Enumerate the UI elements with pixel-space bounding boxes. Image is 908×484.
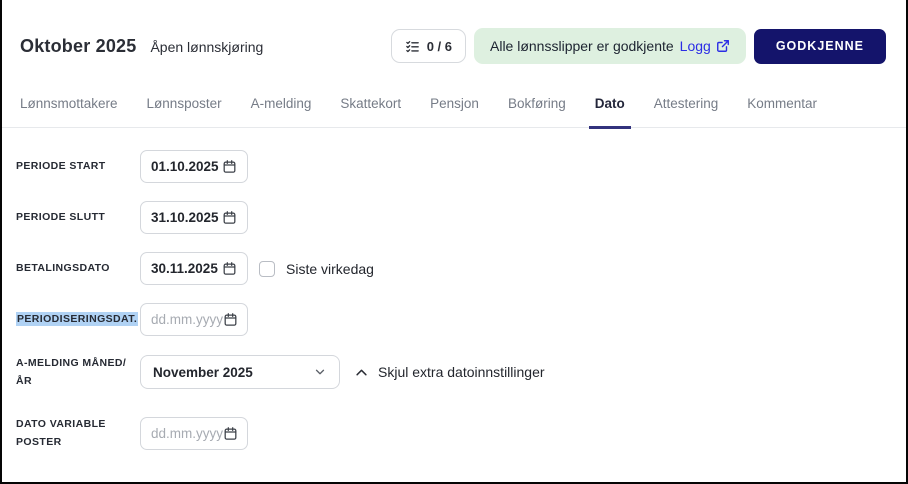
betalingsdato-label: BETALINGSDATO [16,259,140,277]
tab-skattekort[interactable]: Skattekort [334,96,407,129]
periode-slutt-input[interactable]: 31.10.2025 [140,201,248,234]
payroll-run-page: Oktober 2025 Åpen lønnskjøring 0 / 6 All… [0,0,908,484]
calendar-icon[interactable] [222,261,237,276]
dato-variable-poster-label: DATO VARIABLE POSTER [16,415,140,452]
amelding-maaned-value: November 2025 [153,365,253,380]
amelding-maaned-label: A-MELDING MÅNED/ÅR [16,354,140,391]
periodiseringsdato-row: PERIODISERINGSDAT. dd.mm.yyyy [16,303,906,336]
periodiseringsdato-input[interactable]: dd.mm.yyyy [140,303,248,336]
betalingsdato-value: 30.11.2025 [151,261,218,276]
header-actions: 0 / 6 Alle lønnsslipper er godkjente Log… [391,28,886,64]
dato-variable-poster-input[interactable]: dd.mm.yyyy [140,417,248,450]
calendar-icon[interactable] [223,426,238,441]
approval-status-banner: Alle lønnsslipper er godkjente Logg [474,28,746,64]
siste-virkedag-label: Siste virkedag [286,261,374,277]
periode-slutt-label: PERIODE SLUTT [16,208,140,226]
payroll-status-subtitle: Åpen lønnskjøring [150,39,263,55]
periode-slutt-value: 31.10.2025 [151,210,219,225]
periodiseringsdato-placeholder: dd.mm.yyyy [151,312,223,327]
checklist-count: 0 / 6 [427,39,452,54]
page-header: Oktober 2025 Åpen lønnskjøring 0 / 6 All… [2,0,906,64]
highlighted-label-text: PERIODISERINGSDAT. [16,312,138,326]
tab-lonnsmottakere[interactable]: Lønnsmottakere [14,96,124,129]
payroll-tab-bar: Lønnsmottakere Lønnsposter A-melding Ska… [2,96,906,128]
siste-virkedag-group: Siste virkedag [259,261,374,277]
betalingsdato-input[interactable]: 30.11.2025 [140,252,248,285]
amelding-maaned-row: A-MELDING MÅNED/ÅR November 2025 Skjul e… [16,354,906,391]
periode-start-label: PERIODE START [16,157,140,175]
page-title: Oktober 2025 [20,36,136,57]
dato-variable-poster-row: DATO VARIABLE POSTER dd.mm.yyyy [16,415,906,452]
tab-lonnsposter[interactable]: Lønnsposter [141,96,228,129]
tab-kommentar[interactable]: Kommentar [741,96,823,129]
date-settings-form: PERIODE START 01.10.2025 PERIODE SLUTT 3… [2,128,906,452]
tab-dato[interactable]: Dato [589,96,631,129]
calendar-icon[interactable] [222,210,237,225]
external-link-icon [716,39,730,53]
toggle-extra-label: Skjul extra datoinnstillinger [378,364,545,380]
approval-status-text: Alle lønnsslipper er godkjente [490,38,674,54]
godkjenne-button[interactable]: GODKJENNE [754,29,886,64]
calendar-icon[interactable] [223,312,238,327]
periode-slutt-row: PERIODE SLUTT 31.10.2025 [16,201,906,234]
tab-a-melding[interactable]: A-melding [245,96,318,129]
tab-bokforing[interactable]: Bokføring [502,96,572,129]
amelding-maaned-select[interactable]: November 2025 [140,355,340,389]
checklist-icon [405,39,420,54]
title-group: Oktober 2025 Åpen lønnskjøring [20,36,263,57]
periode-start-value: 01.10.2025 [151,159,219,174]
periodiseringsdato-label: PERIODISERINGSDAT. [16,310,140,328]
tab-attestering[interactable]: Attestering [648,96,725,129]
checklist-progress-button[interactable]: 0 / 6 [391,29,466,63]
chevron-down-icon [313,365,327,379]
calendar-icon[interactable] [222,159,237,174]
skjul-extra-datoinnstillinger-toggle[interactable]: Skjul extra datoinnstillinger [354,364,545,380]
dato-variable-poster-placeholder: dd.mm.yyyy [151,426,223,441]
periode-start-input[interactable]: 01.10.2025 [140,150,248,183]
chevron-up-icon [354,365,369,380]
betalingsdato-row: BETALINGSDATO 30.11.2025 Siste virkedag [16,252,906,285]
periode-start-row: PERIODE START 01.10.2025 [16,150,906,183]
tab-pensjon[interactable]: Pensjon [424,96,485,129]
logg-link[interactable]: Logg [680,38,730,54]
siste-virkedag-checkbox[interactable] [259,261,275,277]
